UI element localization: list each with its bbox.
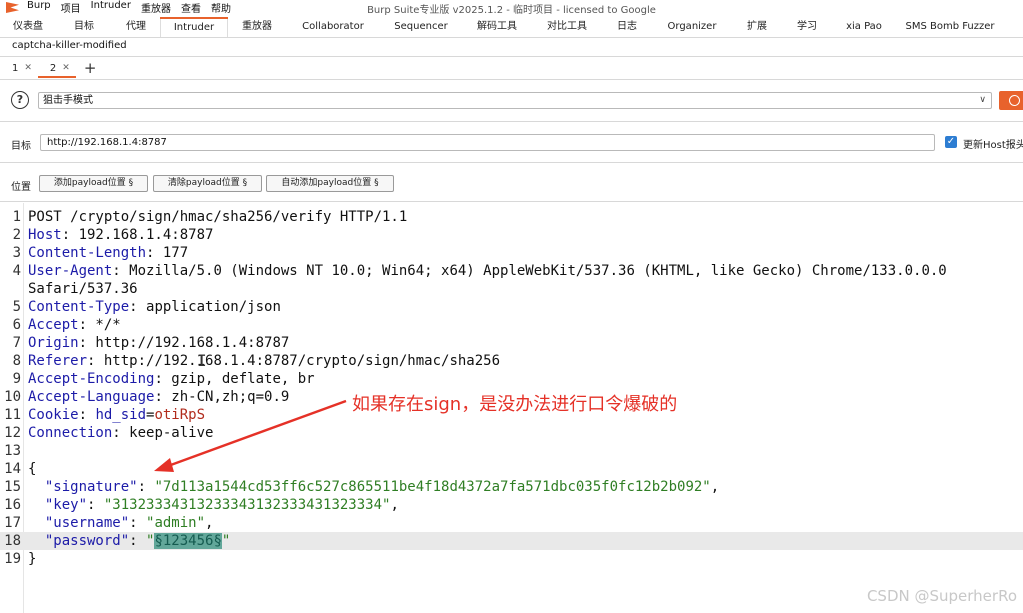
annotation-arrow [154, 399, 347, 472]
watermark: CSDN @SuperherRo [866, 587, 1017, 605]
text-cursor-icon: I [197, 351, 207, 370]
annotation-text: 如果存在sign，是没办法进行口令爆破的 [352, 394, 678, 415]
